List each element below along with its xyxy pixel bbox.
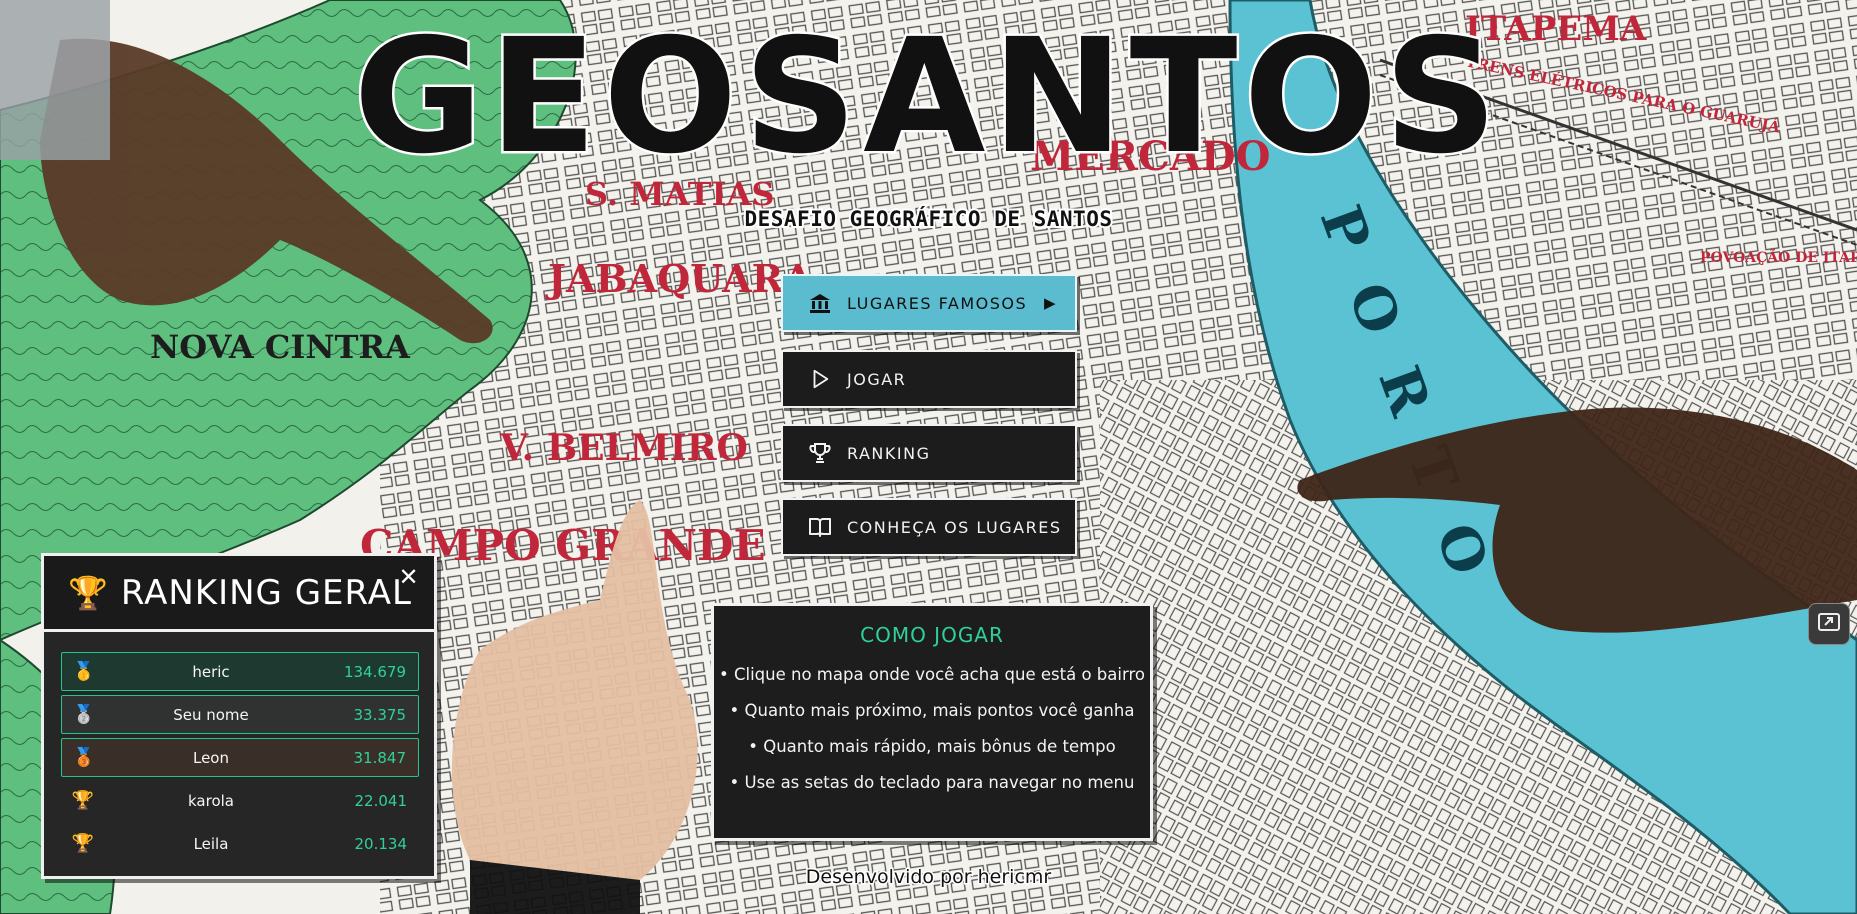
ranking-row: 🥇 heric 134.679: [61, 652, 419, 691]
trophy-icon: 🏆: [71, 790, 95, 811]
ranking-row: 🏆 Leila 20.134: [61, 824, 419, 863]
map-label-nova-cintra: NOVA CINTRA: [150, 328, 411, 366]
map-label-povoacao: POVOAÇÃO DE ITAPEMA: [1700, 247, 1857, 266]
trophy-icon: 🏆: [68, 573, 109, 612]
map-label-jabaquara: JABAQUARA: [545, 256, 813, 301]
how-to-play-rule: • Quanto mais rápido, mais bônus de temp…: [748, 737, 1116, 756]
menu-button-ranking[interactable]: RANKING: [781, 424, 1077, 482]
ranking-player-score: 22.041: [354, 791, 408, 810]
play-icon: [807, 366, 833, 392]
active-arrow-icon: ▶: [1043, 294, 1057, 312]
menu-button-lugares-famosos[interactable]: LUGARES FAMOSOS ▶: [781, 274, 1077, 332]
ranking-header: 🏆 RANKING GERAL ✕: [44, 556, 434, 632]
ranking-player-score: 33.375: [353, 705, 407, 724]
menu-button-jogar[interactable]: JOGAR: [781, 350, 1077, 408]
how-to-play-rule: • Clique no mapa onde você acha que está…: [719, 665, 1145, 684]
how-to-play-rule: • Quanto mais próximo, mais pontos você …: [729, 701, 1135, 720]
ranking-title: RANKING GERAL: [120, 572, 412, 613]
ranking-player-name: Leila: [193, 834, 229, 853]
expand-button[interactable]: [1808, 603, 1850, 645]
ranking-player-name: Seu nome: [173, 705, 249, 724]
map-label-belmiro: V. BELMIRO: [499, 427, 748, 469]
trophy-icon: 🏆: [71, 833, 95, 854]
game-subtitle: DESAFIO GEOGRÁFICO DE SANTOS: [742, 205, 1114, 233]
ranking-row: 🥉 Leon 31.847: [61, 738, 419, 777]
ranking-player-name: Leon: [192, 748, 229, 767]
menu-button-conheca-os-lugares[interactable]: CONHEÇA OS LUGARES: [781, 498, 1077, 556]
how-to-play-rule: • Use as setas do teclado para navegar n…: [729, 773, 1135, 792]
ranking-player-name: karola: [188, 791, 234, 810]
book-icon: [807, 514, 833, 540]
menu-button-label: CONHEÇA OS LUGARES: [847, 517, 1062, 537]
how-to-play-title: COMO JOGAR: [860, 623, 1004, 647]
gold-medal-icon: 🥇: [72, 661, 96, 682]
ranking-row: 🏆 karola 22.041: [61, 781, 419, 820]
bronze-medal-icon: 🥉: [72, 747, 96, 768]
how-to-play-panel: COMO JOGAR • Clique no mapa onde você ac…: [711, 603, 1153, 841]
bank-icon: [807, 290, 833, 316]
game-title: GEOSANTOS: [351, 5, 1504, 189]
ranking-row: 🥈 Seu nome 33.375: [61, 695, 419, 734]
ranking-player-score: 134.679: [343, 662, 406, 681]
expand-icon: [1817, 610, 1841, 638]
ranking-player-score: 20.134: [354, 834, 408, 853]
ranking-player-name: heric: [192, 662, 230, 681]
ranking-player-score: 31.847: [353, 748, 407, 767]
silver-medal-icon: 🥈: [72, 704, 96, 725]
menu-button-label: LUGARES FAMOSOS: [847, 293, 1028, 313]
menu-button-label: RANKING: [847, 443, 931, 463]
footer-credit: Desenvolvido por hericmr: [804, 865, 1052, 890]
trophy-icon: [807, 440, 833, 466]
menu-button-label: JOGAR: [847, 369, 907, 389]
close-icon[interactable]: ✕: [396, 564, 422, 590]
ranking-panel: 🏆 RANKING GERAL ✕ 🥇 heric 134.679 🥈 Seu …: [41, 553, 437, 879]
